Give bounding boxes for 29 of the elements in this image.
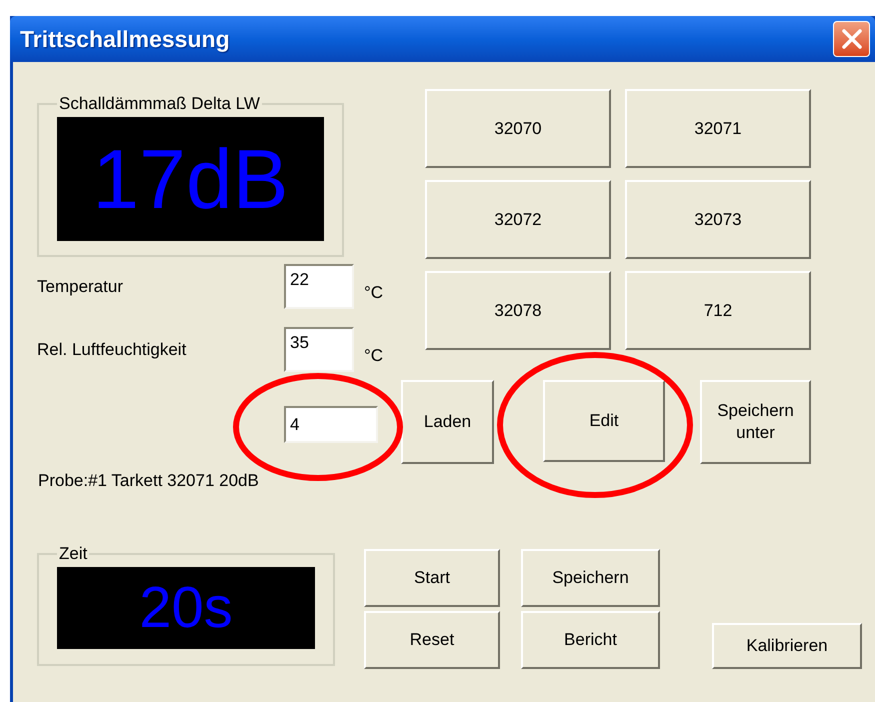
sample-info: Probe:#1 Tarkett 32071 20dB (38, 471, 260, 491)
group-label: Zeit (58, 543, 88, 565)
control-button[interactable]: Start (364, 549, 500, 607)
window-title: Trittschallmessung (20, 24, 230, 54)
action-button[interactable]: Edit (543, 380, 665, 462)
sample-button[interactable]: 32071 (625, 89, 811, 168)
group-label: Schalldämmmaß Delta LW (58, 93, 261, 115)
field-label: Rel. Luftfeuchtigkeit (37, 338, 188, 361)
calibrate-button[interactable]: Kalibrieren (712, 623, 862, 669)
control-button[interactable]: Bericht (521, 611, 660, 669)
sample-button[interactable]: 32078 (425, 271, 611, 350)
control-button[interactable]: Speichern (521, 549, 660, 607)
control-button[interactable]: Reset (364, 611, 500, 669)
unit-label: °C (364, 344, 384, 367)
sample-button[interactable]: 32073 (625, 180, 811, 259)
decibel-value: 17dB (92, 136, 289, 220)
action-button[interactable]: Laden (401, 380, 494, 464)
input-field[interactable]: 22 (284, 264, 354, 309)
sample-button[interactable]: 712 (625, 271, 811, 350)
unit-label: °C (364, 282, 384, 304)
sample-button[interactable]: 32072 (425, 180, 611, 259)
close-button[interactable] (833, 21, 870, 57)
field-label: Temperatur (37, 276, 124, 298)
timer-value: 20s (139, 578, 233, 636)
input-field[interactable]: 4 (284, 406, 378, 443)
input-field[interactable]: 35 (284, 327, 354, 372)
action-button[interactable]: Speichern unter (700, 380, 811, 464)
sample-button[interactable]: 32070 (425, 89, 611, 168)
close-icon (840, 28, 862, 50)
